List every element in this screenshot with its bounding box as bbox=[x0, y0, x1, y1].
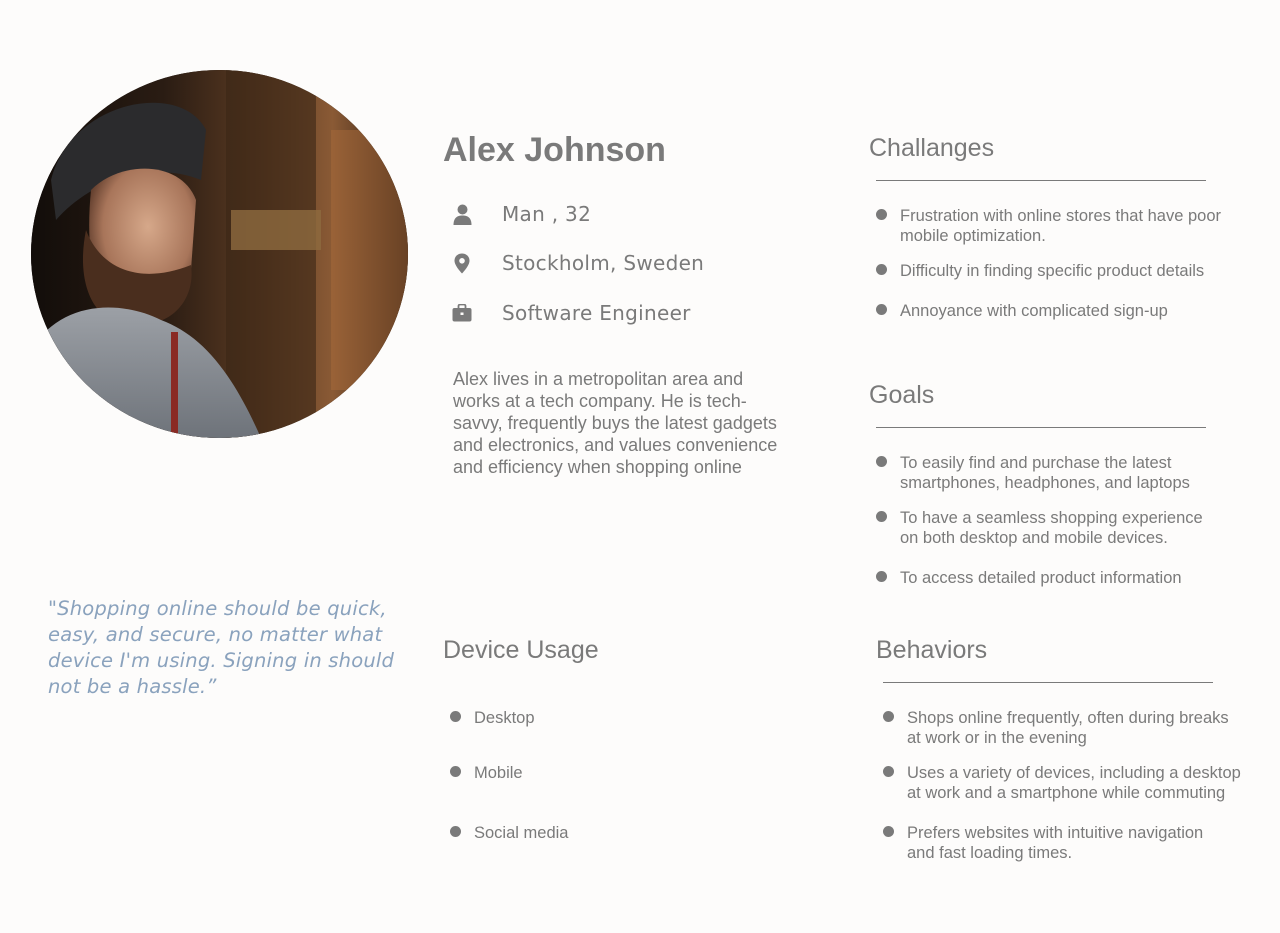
occupation-text: Software Engineer bbox=[502, 301, 691, 325]
behaviors-title: Behaviors bbox=[876, 636, 988, 664]
bullet-dot bbox=[876, 571, 887, 582]
bullet-dot bbox=[450, 711, 461, 722]
bullet-dot bbox=[883, 826, 894, 837]
map-pin-icon bbox=[452, 252, 472, 274]
location-text: Stockholm, Sweden bbox=[502, 251, 705, 275]
goals-title: Goals bbox=[869, 381, 935, 409]
persona-bio: Alex lives in a metropolitan area and wo… bbox=[453, 369, 778, 477]
goal-item: To easily find and purchase the latest s… bbox=[876, 453, 1190, 493]
bullet-dot bbox=[876, 264, 887, 275]
portrait-image bbox=[31, 70, 408, 438]
bullet-dot bbox=[883, 766, 894, 777]
challenge-item: Frustration with online stores that have… bbox=[876, 206, 1221, 246]
bullet-dot bbox=[450, 766, 461, 777]
bullet-dot bbox=[876, 209, 887, 220]
behaviors-divider bbox=[883, 682, 1213, 683]
persona-name: Alex Johnson bbox=[443, 131, 666, 169]
profile-photo bbox=[31, 70, 408, 438]
challenge-item: Difficulty in finding specific product d… bbox=[876, 261, 1204, 281]
device-item: Social media bbox=[450, 823, 568, 843]
challenges-divider bbox=[876, 180, 1206, 181]
behavior-item: Prefers websites with intuitive navigati… bbox=[883, 823, 1203, 863]
bullet-dot bbox=[450, 826, 461, 837]
goals-divider bbox=[876, 427, 1206, 428]
bullet-dot bbox=[883, 711, 894, 722]
challenges-title: Challanges bbox=[869, 134, 995, 162]
behavior-item: Uses a variety of devices, including a d… bbox=[883, 763, 1241, 803]
person-icon bbox=[452, 203, 472, 225]
goal-item: To access detailed product information bbox=[876, 568, 1182, 588]
goal-item: To have a seamless shopping experience o… bbox=[876, 508, 1203, 548]
bullet-dot bbox=[876, 511, 887, 522]
location-row: Stockholm, Sweden bbox=[452, 249, 704, 277]
occupation-row: Software Engineer bbox=[452, 299, 691, 327]
gender-age-row: Man , 32 bbox=[452, 200, 591, 228]
device-item: Mobile bbox=[450, 763, 523, 783]
challenge-item: Annoyance with complicated sign-up bbox=[876, 301, 1168, 321]
briefcase-icon bbox=[452, 302, 472, 324]
behavior-item: Shops online frequently, often during br… bbox=[883, 708, 1229, 748]
bullet-dot bbox=[876, 304, 887, 315]
bullet-dot bbox=[876, 456, 887, 467]
device-item: Desktop bbox=[450, 708, 535, 728]
persona-quote: "Shopping online should be quick, easy, … bbox=[48, 597, 395, 698]
device-usage-title: Device Usage bbox=[443, 636, 599, 664]
gender-age-text: Man , 32 bbox=[502, 202, 592, 226]
